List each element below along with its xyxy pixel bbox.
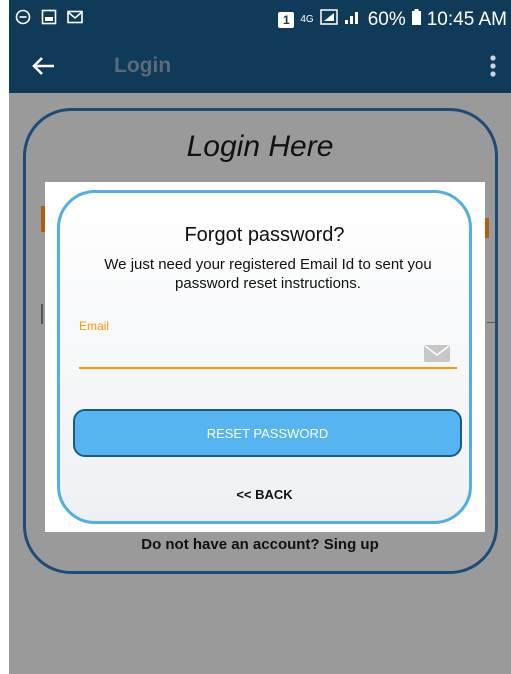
email-label: Email [79, 319, 110, 333]
email-underline [79, 367, 457, 369]
clock: 10:45 AM [426, 9, 507, 30]
password-field-edge [41, 304, 43, 324]
back-link[interactable]: << BACK [60, 487, 469, 502]
username-field-accent-right [485, 218, 489, 238]
signup-link[interactable]: Do not have an account? Sing up [9, 536, 511, 553]
email-input[interactable] [79, 339, 438, 367]
battery-icon [411, 9, 421, 31]
app-title: Login [114, 54, 172, 77]
network-label: 4G [300, 14, 314, 25]
signal-bars-icon [344, 9, 362, 31]
minus-circle-icon [15, 9, 31, 25]
status-right: 1 4G 60% 10:45 AM [278, 9, 507, 31]
message-icon [67, 9, 83, 25]
dialog-message: We just need your registered Email Id to… [104, 256, 432, 292]
app-bar: Login [9, 40, 511, 93]
more-vert-icon[interactable] [489, 54, 497, 78]
status-bar: 1 4G 60% 10:45 AM [9, 0, 511, 40]
login-title: Login Here [186, 130, 334, 163]
reset-password-button[interactable]: RESET PASSWORD [73, 409, 462, 457]
phone-screen: 1 4G 60% 10:45 AM Login Login Here Do no [9, 0, 511, 674]
sim-badge: 1 [278, 12, 295, 28]
dialog-title: Forgot password? [184, 224, 345, 246]
image-icon [41, 9, 57, 25]
password-field-edge-right [487, 322, 495, 323]
signal-box-icon [319, 9, 338, 31]
status-left-icons [15, 9, 83, 25]
back-arrow-icon[interactable] [30, 52, 58, 80]
mail-icon [424, 345, 450, 362]
dialog-card: Forgot password? We just need your regis… [57, 190, 472, 524]
forgot-password-dialog: Forgot password? We just need your regis… [45, 182, 485, 532]
battery-percent: 60% [367, 9, 406, 30]
